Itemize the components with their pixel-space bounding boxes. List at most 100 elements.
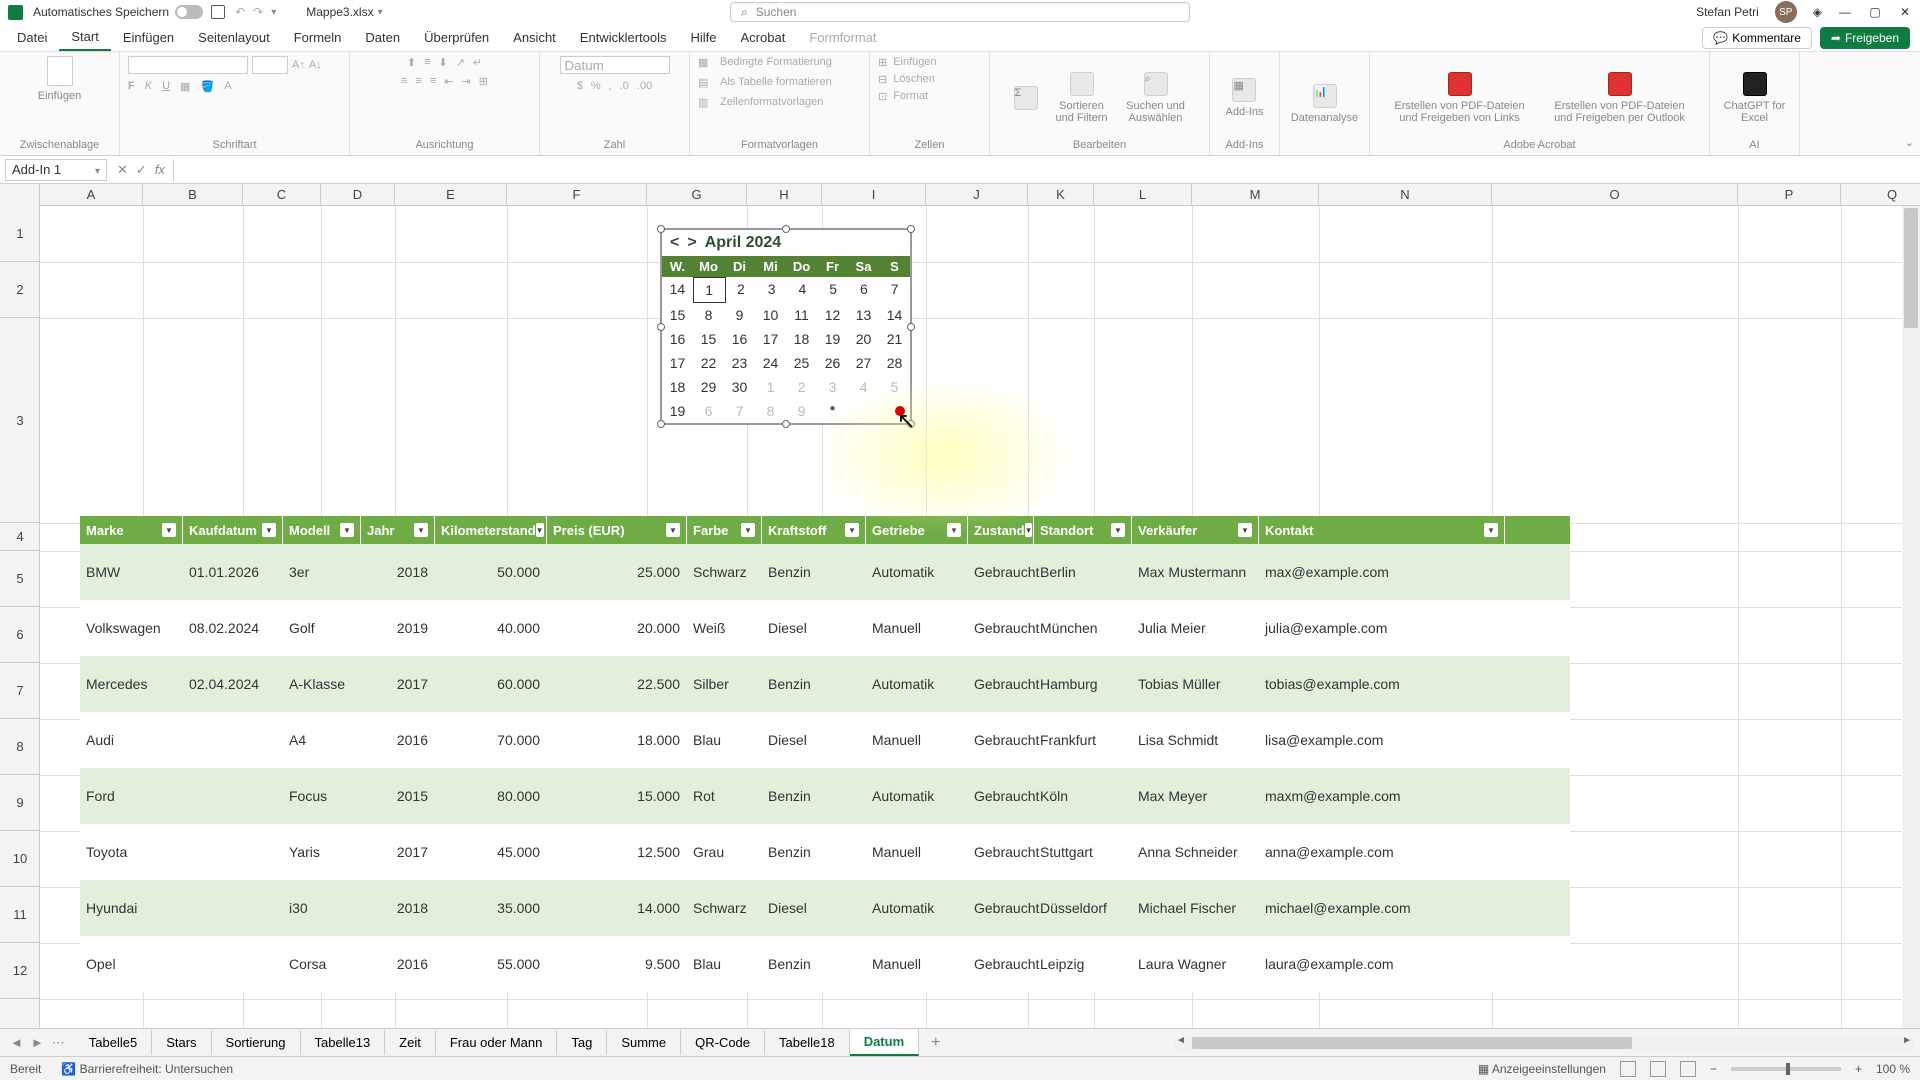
ribbon-tab-start[interactable]: Start xyxy=(59,24,110,51)
share-button[interactable]: ➦ Freigeben xyxy=(1820,27,1910,49)
table-row[interactable]: Hyundaii30201835.00014.000SchwarzDieselA… xyxy=(80,880,1570,936)
filename-dropdown-icon[interactable]: ▾ xyxy=(378,7,383,18)
row-header-3[interactable]: 3 xyxy=(0,318,40,523)
zoom-out[interactable]: − xyxy=(1710,1062,1717,1076)
minimize-button[interactable]: — xyxy=(1838,5,1852,19)
dp-day[interactable]: 12 xyxy=(817,303,848,327)
dp-day[interactable]: 4 xyxy=(848,375,879,399)
dp-day[interactable]: 20 xyxy=(848,327,879,351)
table-cell[interactable]: Yaris xyxy=(283,844,361,860)
filter-button[interactable]: ▼ xyxy=(1484,523,1498,537)
filter-button[interactable]: ▼ xyxy=(845,523,859,537)
table-cell[interactable]: julia@example.com xyxy=(1259,620,1505,636)
table-cell[interactable]: 55.000 xyxy=(435,956,547,972)
table-cell[interactable]: Benzin xyxy=(762,956,866,972)
table-cell[interactable]: A-Klasse xyxy=(283,676,361,692)
filter-button[interactable]: ▼ xyxy=(1238,523,1252,537)
paste-button[interactable]: Einfügen xyxy=(38,56,81,102)
font-name-input[interactable] xyxy=(128,56,248,74)
formula-bar[interactable] xyxy=(173,159,1920,181)
align-left-icon[interactable]: ≡ xyxy=(401,75,407,88)
table-cell[interactable]: 2016 xyxy=(361,956,435,972)
table-cell[interactable]: Leipzig xyxy=(1034,956,1132,972)
sheet-tab-summe[interactable]: Summe xyxy=(607,1030,681,1055)
table-cell[interactable]: Focus xyxy=(283,788,361,804)
redo-icon[interactable]: ↷ xyxy=(253,5,263,19)
table-cell[interactable]: Automatik xyxy=(866,900,968,916)
ribbon-tab-einfügen[interactable]: Einfügen xyxy=(111,25,186,50)
filter-button[interactable]: ▼ xyxy=(1111,523,1125,537)
table-cell[interactable]: Schwarz xyxy=(687,564,762,580)
add-sheet-button[interactable]: + xyxy=(919,1034,952,1052)
autosave-toggle[interactable] xyxy=(175,5,203,19)
table-row[interactable]: FordFocus201580.00015.000RotBenzinAutoma… xyxy=(80,768,1570,824)
table-cell[interactable]: 2019 xyxy=(361,620,435,636)
filter-button[interactable]: ▼ xyxy=(666,523,680,537)
sort-filter-button[interactable]: Sortieren und Filtern xyxy=(1052,72,1112,124)
table-cell[interactable]: Hyundai xyxy=(80,900,183,916)
ribbon-tab-ansicht[interactable]: Ansicht xyxy=(501,25,568,50)
chatgpt-button[interactable]: ChatGPT for Excel xyxy=(1720,72,1790,124)
dp-day[interactable]: 3 xyxy=(756,277,787,303)
row-header-9[interactable]: 9 xyxy=(0,775,40,831)
col-header-J[interactable]: J xyxy=(926,184,1028,206)
table-cell[interactable]: Max Mustermann xyxy=(1132,564,1259,580)
row-header-4[interactable]: 4 xyxy=(0,523,40,551)
row-header-5[interactable]: 5 xyxy=(0,551,40,607)
sheet-tab-sortierung[interactable]: Sortierung xyxy=(212,1030,301,1055)
dp-day[interactable]: 11 xyxy=(786,303,817,327)
table-cell[interactable]: Köln xyxy=(1034,788,1132,804)
table-cell[interactable]: Gebraucht xyxy=(968,788,1034,804)
table-cell[interactable]: Manuell xyxy=(866,844,968,860)
currency-icon[interactable]: $ xyxy=(577,80,583,92)
dp-day[interactable]: 8 xyxy=(755,399,786,423)
table-cell[interactable]: 40.000 xyxy=(435,620,547,636)
col-header-D[interactable]: D xyxy=(321,184,395,206)
orientation-icon[interactable]: ↗ xyxy=(456,56,465,69)
sheet-tab-frau oder mann[interactable]: Frau oder Mann xyxy=(436,1030,558,1055)
undo-icon[interactable]: ↶ xyxy=(235,5,245,19)
indent-inc-icon[interactable]: ⇥ xyxy=(462,75,471,88)
table-cell[interactable]: Julia Meier xyxy=(1132,620,1259,636)
align-right-icon[interactable]: ≡ xyxy=(430,75,436,88)
table-cell[interactable]: Automatik xyxy=(866,564,968,580)
col-header-M[interactable]: M xyxy=(1192,184,1319,206)
sheet-tab-datum[interactable]: Datum xyxy=(850,1029,919,1056)
dp-day[interactable]: 7 xyxy=(724,399,755,423)
sheet-tab-tabelle5[interactable]: Tabelle5 xyxy=(75,1030,152,1055)
table-header-6[interactable]: Farbe▼ xyxy=(687,516,762,544)
table-header-12[interactable]: Kontakt▼ xyxy=(1259,516,1505,544)
filter-button[interactable]: ▼ xyxy=(1025,523,1033,537)
table-cell[interactable]: Benzin xyxy=(762,844,866,860)
table-cell[interactable]: A4 xyxy=(283,732,361,748)
sheet-tab-tag[interactable]: Tag xyxy=(557,1030,607,1055)
ribbon-tab-überprüfen[interactable]: Überprüfen xyxy=(412,25,501,50)
dp-day[interactable]: 1 xyxy=(693,277,726,303)
table-cell[interactable]: Düsseldorf xyxy=(1034,900,1132,916)
table-cell[interactable]: 2018 xyxy=(361,900,435,916)
acrobat-outlook-button[interactable]: Erstellen von PDF-Dateien und Freigeben … xyxy=(1550,72,1690,124)
dp-day[interactable]: 1 xyxy=(755,375,786,399)
user-avatar[interactable]: SP xyxy=(1775,1,1797,23)
dp-day[interactable]: ● xyxy=(817,399,848,423)
filter-button[interactable]: ▼ xyxy=(947,523,961,537)
col-header-C[interactable]: C xyxy=(243,184,321,206)
table-cell[interactable]: lisa@example.com xyxy=(1259,732,1505,748)
data-analysis-button[interactable]: 📊Datenanalyse xyxy=(1291,84,1358,124)
view-page-break-icon[interactable] xyxy=(1680,1061,1696,1077)
dp-day[interactable]: 18 xyxy=(786,327,817,351)
table-cell[interactable]: Tobias Müller xyxy=(1132,676,1259,692)
table-header-8[interactable]: Getriebe▼ xyxy=(866,516,968,544)
table-cell[interactable]: 20.000 xyxy=(547,620,687,636)
dp-day[interactable]: 29 xyxy=(693,375,724,399)
table-cell[interactable]: Diesel xyxy=(762,732,866,748)
table-cell[interactable]: Benzin xyxy=(762,564,866,580)
table-cell[interactable]: 2016 xyxy=(361,732,435,748)
dp-day[interactable]: 22 xyxy=(693,351,724,375)
dp-day[interactable]: 26 xyxy=(817,351,848,375)
table-header-3[interactable]: Jahr▼ xyxy=(361,516,435,544)
table-cell[interactable]: Automatik xyxy=(866,676,968,692)
table-cell[interactable]: Schwarz xyxy=(687,900,762,916)
table-cell[interactable]: Rot xyxy=(687,788,762,804)
datepicker-prev[interactable]: < xyxy=(670,234,679,252)
